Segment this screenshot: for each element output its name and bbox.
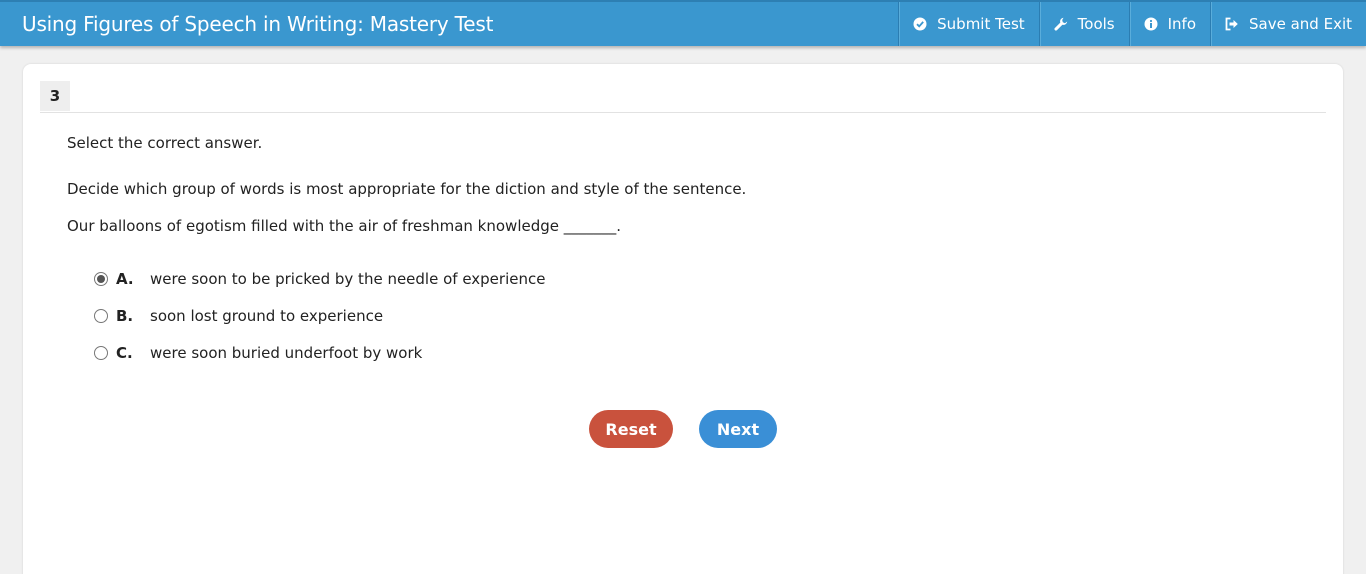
answer-option-a[interactable]: A. were soon to be pricked by the needle…	[94, 270, 545, 288]
radio-button-b[interactable]	[94, 309, 108, 323]
exit-icon	[1225, 17, 1239, 31]
radio-button-c[interactable]	[94, 346, 108, 360]
wrench-icon	[1054, 17, 1068, 31]
next-button[interactable]: Next	[699, 410, 777, 448]
option-text: were soon to be pricked by the needle of…	[150, 270, 546, 288]
save-and-exit-label: Save and Exit	[1249, 15, 1352, 33]
submit-test-button[interactable]: Submit Test	[898, 2, 1039, 46]
tools-button[interactable]: Tools	[1038, 2, 1129, 46]
reset-button[interactable]: Reset	[589, 410, 673, 448]
question-number: 3	[40, 81, 70, 111]
option-text: soon lost ground to experience	[150, 307, 384, 325]
option-letter: B.	[116, 307, 134, 325]
instruction-text: Select the correct answer.	[67, 134, 263, 152]
answer-option-b[interactable]: B. soon lost ground to experience	[94, 307, 383, 325]
radio-button-a[interactable]	[94, 272, 108, 286]
top-nav: Submit Test Tools Info Save and Exit	[898, 2, 1366, 46]
tools-label: Tools	[1077, 15, 1115, 33]
info-label: Info	[1167, 15, 1197, 33]
page-title: Using Figures of Speech in Writing: Mast…	[22, 12, 494, 36]
divider	[40, 112, 1326, 113]
check-circle-icon	[913, 17, 927, 31]
sentence-text: Our balloons of egotism filled with the …	[67, 217, 622, 235]
info-icon	[1144, 17, 1158, 31]
top-bar: Using Figures of Speech in Writing: Mast…	[0, 0, 1366, 46]
info-button[interactable]: Info	[1128, 2, 1210, 46]
option-letter: C.	[116, 344, 133, 362]
answer-option-c[interactable]: C. were soon buried underfoot by work	[94, 344, 422, 362]
submit-test-label: Submit Test	[937, 15, 1025, 33]
option-letter: A.	[116, 270, 134, 288]
option-text: were soon buried underfoot by work	[150, 344, 423, 362]
question-card: 3 Select the correct answer. Decide whic…	[23, 64, 1343, 574]
prompt-text: Decide which group of words is most appr…	[67, 180, 747, 198]
save-and-exit-button[interactable]: Save and Exit	[1210, 2, 1366, 46]
